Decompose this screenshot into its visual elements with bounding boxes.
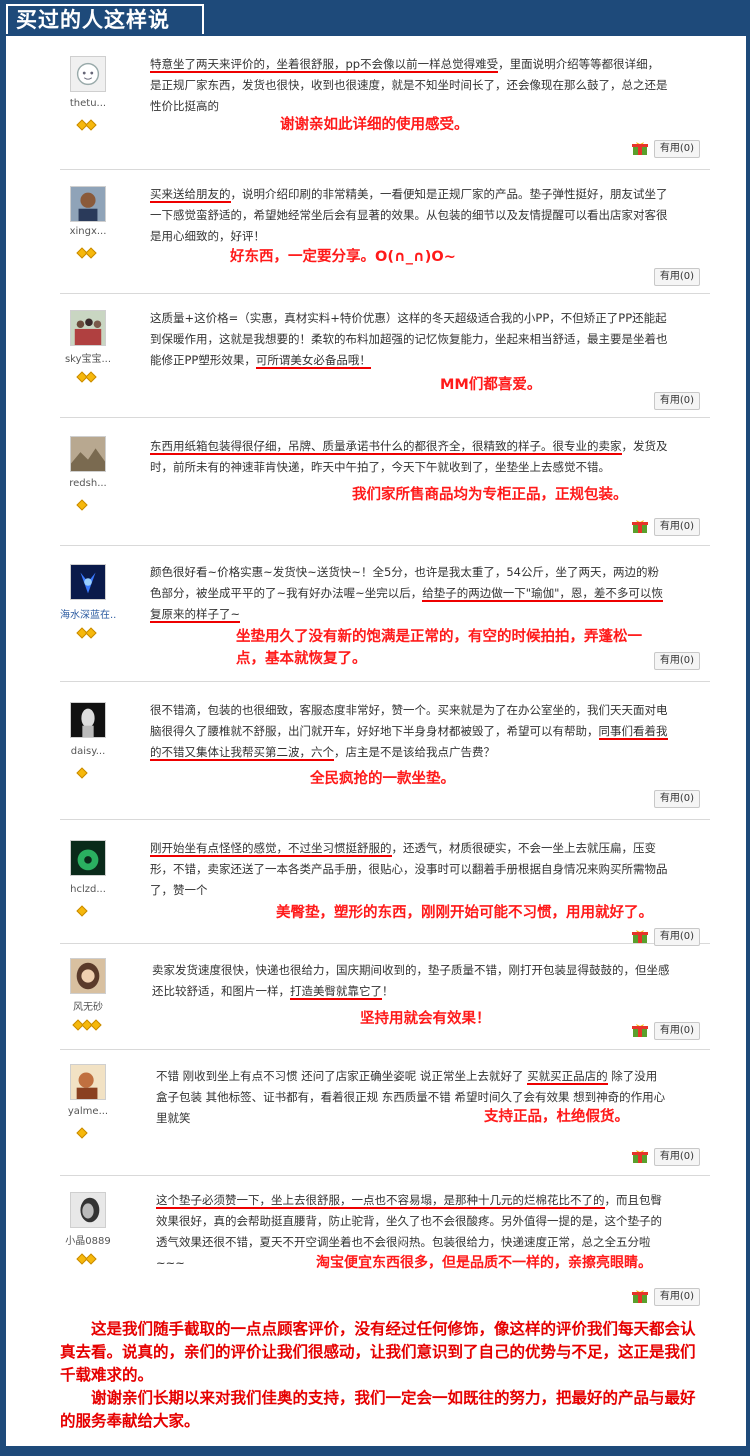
username[interactable]: yalme... [60, 1106, 116, 1117]
review-item: redsh... 东西用纸箱包装得很仔细，吊牌、质量承诺书什么的都很齐全，很精致… [60, 420, 710, 546]
review-item: xingx... 买来送给朋友的，说明介绍印刷的非常精美，一看便知是正规厂家的产… [60, 172, 710, 294]
group-photo-icon [71, 311, 105, 345]
photo-icon [71, 1065, 105, 1099]
avatar[interactable] [70, 186, 106, 222]
avatar[interactable] [70, 958, 106, 994]
review-text: 这质量+这价格=（实惠，真材实料+特价优惠）这样的冬天超级适合我的小PP，不但矫… [150, 311, 668, 369]
useful-button[interactable]: 有用(0) [654, 1148, 700, 1166]
seller-reply: 美臀垫，塑形的东西，刚刚开始可能不习惯，用用就好了。 [276, 905, 653, 921]
review-text: 颜色很好看~价格实惠~发货快~送货快~！全5分，也许是我太重了，54公斤，坐了两… [150, 565, 663, 623]
username[interactable]: daisy... [60, 746, 116, 757]
useful-button[interactable]: 有用(0) [654, 790, 700, 808]
review-item: hclzd... 刚开始坐有点怪怪的感觉，不过坐习惯挺舒服的，还透气，材质很硬实… [60, 822, 710, 946]
review-text: 东西用纸箱包装得很仔细，吊牌、质量承诺书什么的都很齐全，很精致的样子。很专业的卖… [150, 439, 668, 474]
review-item: 海水深蓝在... 颜色很好看~价格实惠~发货快~送货快~！全5分，也许是我太重了… [60, 548, 710, 682]
gift-icon [632, 1150, 648, 1164]
person-photo-icon [71, 187, 105, 221]
default-avatar-icon [71, 57, 105, 91]
review-item: yalme... 不错 刚收到坐上有点不习惯 还问了店家正确坐姿呢 说正常坐上去… [60, 1052, 710, 1176]
useful-button[interactable]: 有用(0) [654, 518, 700, 536]
seller-reply: 我们家所售商品均为专柜正品，正规包装。 [352, 487, 628, 503]
review-text: 特意坐了两天来评价的，坐着很舒服，pp不会像以前一样总觉得难受，里面说明介绍等等… [150, 57, 668, 113]
seller-reply: 好东西，一定要分享。O(∩_∩)O~ [230, 249, 456, 265]
username[interactable]: thetu... [60, 98, 116, 109]
closing-message: 这是我们随手截取的一点点顾客评价，没有经过任何修饰，像这样的评价我们每天都会认真… [60, 1318, 700, 1433]
username[interactable]: hclzd... [60, 884, 116, 895]
silhouette-photo-icon [71, 703, 105, 737]
review-item: sky宝宝... 这质量+这价格=（实惠，真材实料+特价优惠）这样的冬天超级适合… [60, 296, 710, 418]
useful-button[interactable]: 有用(0) [654, 652, 700, 670]
buyer-level-stars [76, 1122, 88, 1139]
closing-paragraph-2: 谢谢亲们长期以来对我们佳奥的支持，我们一定会一如既往的努力，把最好的产品与最好的… [60, 1389, 696, 1430]
username[interactable]: sky宝宝... [60, 350, 116, 365]
avatar[interactable] [70, 564, 106, 600]
useful-button[interactable]: 有用(0) [654, 1022, 700, 1040]
username[interactable]: 风无砂 [60, 998, 116, 1013]
seller-reply: 坐垫用久了没有新的饱满是正常的，有空的时候拍拍，弄蓬松一点，基本就恢复了。 [236, 629, 642, 667]
buyer-level-stars [72, 1014, 102, 1031]
avatar[interactable] [70, 56, 106, 92]
buyer-level-stars [76, 114, 97, 131]
review-item: 风无砂 卖家发货速度很快，快递也很给力，国庆期间收到的，垫子质量不错，刚打开包装… [60, 946, 710, 1050]
jade-pendant-icon [71, 841, 105, 875]
seller-reply: 全民疯抢的一款坐垫。 [310, 771, 455, 787]
buyer-level-stars [76, 242, 97, 259]
blue-flower-icon [71, 565, 105, 599]
avatar[interactable] [70, 436, 106, 472]
useful-button[interactable]: 有用(0) [654, 1288, 700, 1306]
username[interactable]: 海水深蓝在... [60, 606, 116, 621]
avatar[interactable] [70, 1192, 106, 1228]
username[interactable]: redsh... [60, 478, 116, 489]
username[interactable]: xingx... [60, 226, 116, 237]
buyer-level-stars [76, 494, 88, 511]
buyer-level-stars [76, 366, 97, 383]
buyer-level-stars [76, 622, 97, 639]
review-text: 很不错滴，包装的也很细致，客服态度非常好，赞一个。买来就是为了在办公室坐的，我们… [150, 703, 668, 761]
section-header: 买过的人这样说 [0, 0, 750, 36]
avatar[interactable] [70, 702, 106, 738]
avatar[interactable] [70, 840, 106, 876]
avatar[interactable] [70, 1064, 106, 1100]
closing-paragraph-1: 这是我们随手截取的一点点顾客评价，没有经过任何修饰，像这样的评价我们每天都会认真… [60, 1320, 696, 1384]
avatar[interactable] [70, 310, 106, 346]
seller-reply: 支持正品，杜绝假货。 [484, 1109, 629, 1125]
seller-reply: MM们都喜爱。 [440, 377, 542, 393]
useful-button[interactable]: 有用(0) [654, 140, 700, 158]
gift-icon [632, 1290, 648, 1304]
review-text: 买来送给朋友的，说明介绍印刷的非常精美，一看便知是正规厂家的产品。垫子弹性挺好，… [150, 187, 668, 243]
useful-button[interactable]: 有用(0) [654, 268, 700, 286]
buyer-level-stars [76, 900, 88, 917]
section-title: 买过的人这样说 [6, 4, 204, 34]
seller-reply: 谢谢亲如此详细的使用感受。 [280, 117, 469, 133]
seller-reply: 坚持用就会有效果！ [360, 1011, 491, 1027]
gift-icon [632, 142, 648, 156]
buyer-level-stars [76, 762, 88, 779]
gift-icon [632, 930, 648, 944]
review-item: 小晶0889 这个垫子必须赞一下，坐上去很舒服，一点也不容易塌，是那种十几元的烂… [60, 1178, 710, 1312]
review-text: 卖家发货速度很快，快递也很给力，国庆期间收到的，垫子质量不错，刚打开包装显得鼓鼓… [152, 963, 670, 1000]
review-text: 刚开始坐有点怪怪的感觉，不过坐习惯挺舒服的，还透气，材质很硬实，不会一坐上去就压… [150, 841, 668, 897]
review-item: thetu... 特意坐了两天来评价的，坐着很舒服，pp不会像以前一样总觉得难受… [60, 48, 710, 170]
review-item: daisy... 很不错滴，包装的也很细致，客服态度非常好，赞一个。买来就是为了… [60, 684, 710, 820]
landscape-photo-icon [71, 437, 105, 471]
username[interactable]: 小晶0889 [60, 1232, 116, 1247]
useful-button[interactable]: 有用(0) [654, 928, 700, 946]
gift-icon [632, 1024, 648, 1038]
bw-portrait-icon [71, 1193, 105, 1227]
seller-reply: 淘宝便宜东西很多，但是品质不一样的，亲擦亮眼睛。 [316, 1255, 652, 1271]
buyer-level-stars [76, 1248, 97, 1265]
useful-button[interactable]: 有用(0) [654, 392, 700, 410]
gift-icon [632, 520, 648, 534]
portrait-photo-icon [71, 959, 105, 993]
